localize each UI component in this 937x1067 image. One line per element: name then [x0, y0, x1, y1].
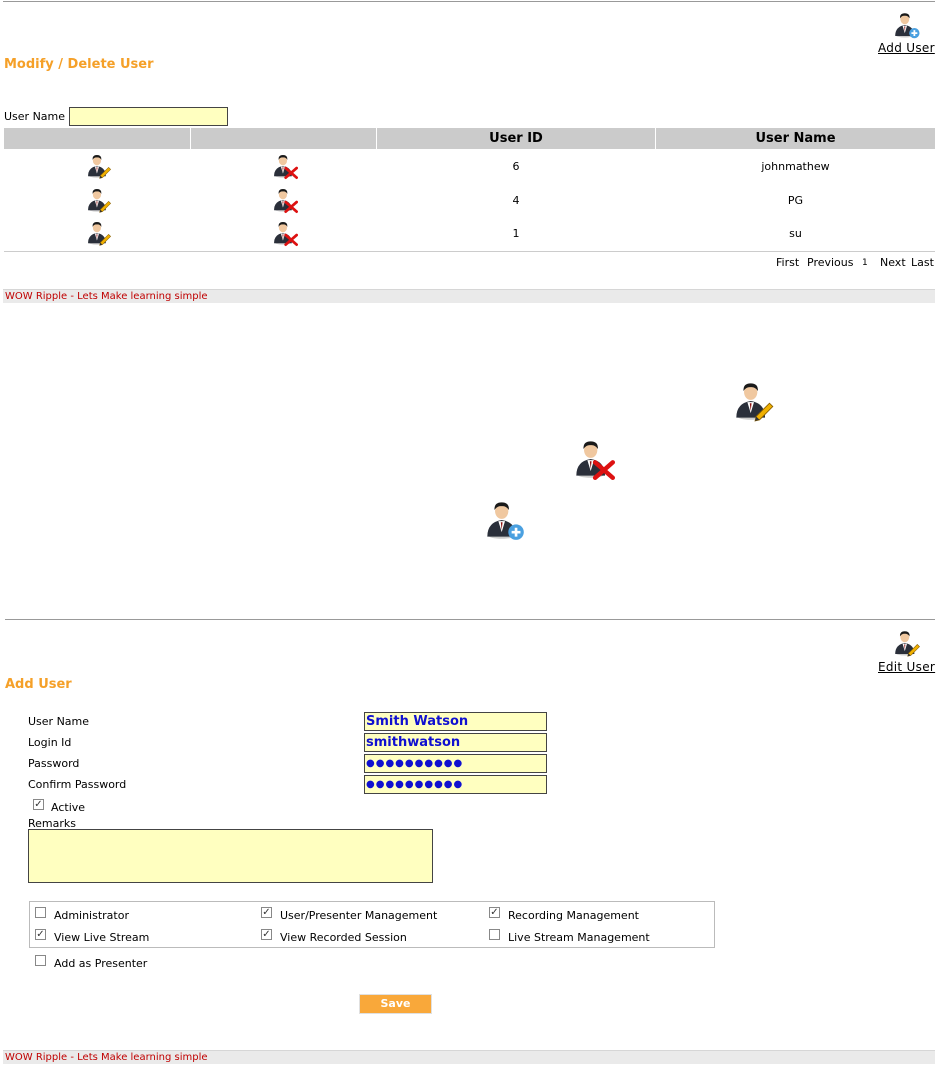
- table-cell-user-name: su: [789, 227, 802, 240]
- username-label: User Name: [28, 715, 90, 728]
- grid-header-edit: [4, 128, 190, 149]
- add-user-link[interactable]: Add User: [878, 41, 935, 55]
- user-delete-icon[interactable]: [272, 218, 298, 248]
- login-id-field[interactable]: smithwatson: [364, 733, 547, 752]
- large-user-edit-icon: [736, 383, 774, 422]
- save-button[interactable]: Save: [359, 994, 432, 1014]
- grid-header-user-name: User Name: [656, 128, 935, 149]
- add-as-presenter-checkbox[interactable]: [35, 955, 46, 966]
- user-add-icon[interactable]: [893, 9, 921, 41]
- pager-next[interactable]: Next: [880, 256, 906, 269]
- live-stream-management-checkbox[interactable]: [489, 929, 500, 940]
- pager-previous[interactable]: Previous: [807, 256, 854, 269]
- view-live-stream-checkbox[interactable]: ✓: [35, 929, 46, 940]
- user-presenter-management-checkbox[interactable]: ✓: [261, 907, 272, 918]
- view-recorded-session-label: View Recorded Session: [280, 931, 407, 944]
- username-field[interactable]: Smith Watson: [364, 712, 547, 731]
- user-edit-icon[interactable]: [893, 627, 921, 659]
- administrator-label: Administrator: [54, 909, 129, 922]
- user-presenter-management-label: User/Presenter Management: [280, 909, 438, 922]
- view-live-stream-label: View Live Stream: [54, 931, 150, 944]
- pager-first[interactable]: First: [776, 256, 799, 269]
- confirm-password-label: Confirm Password: [28, 778, 127, 791]
- top-divider: [3, 1, 935, 2]
- password-field[interactable]: ●●●●●●●●●●: [364, 754, 547, 773]
- table-cell-user-id: 1: [512, 227, 520, 240]
- remarks-textarea[interactable]: [28, 829, 433, 883]
- active-label: Active: [51, 801, 86, 814]
- grid-header-delete: [191, 128, 376, 149]
- password-label: Password: [28, 757, 80, 770]
- recording-management-label: Recording Management: [508, 909, 639, 922]
- page-title: Modify / Delete User: [4, 57, 154, 72]
- table-cell-user-name: johnmathew: [761, 160, 830, 173]
- login-id-label: Login Id: [28, 736, 72, 749]
- user-delete-icon[interactable]: [272, 151, 298, 181]
- pager-current-page: 1: [862, 258, 868, 268]
- user-edit-icon[interactable]: [86, 185, 112, 215]
- large-user-delete-icon: [576, 441, 615, 485]
- live-stream-management-label: Live Stream Management: [508, 931, 650, 944]
- grid-bottom-border: [4, 251, 935, 252]
- user-edit-icon[interactable]: [86, 218, 112, 248]
- user-delete-icon[interactable]: [272, 185, 298, 215]
- footer-bottom: WOW Ripple - Lets Make learning simple: [3, 1050, 935, 1064]
- edit-user-link[interactable]: Edit User: [878, 660, 935, 674]
- username-filter-label: User Name: [4, 110, 66, 123]
- administrator-checkbox[interactable]: [35, 907, 46, 918]
- username-filter-input[interactable]: [69, 107, 228, 126]
- confirm-password-field[interactable]: ●●●●●●●●●●: [364, 775, 547, 794]
- large-user-add-icon: [487, 502, 526, 542]
- pager-last[interactable]: Last: [911, 256, 934, 269]
- user-edit-icon[interactable]: [86, 151, 112, 181]
- grid-header-user-id: User ID: [377, 128, 655, 149]
- add-as-presenter-label: Add as Presenter: [54, 957, 148, 970]
- active-checkbox[interactable]: ✓: [33, 799, 44, 810]
- recording-management-checkbox[interactable]: ✓: [489, 907, 500, 918]
- table-cell-user-id: 6: [512, 160, 520, 173]
- add-section-divider: [5, 619, 935, 620]
- footer-top: WOW Ripple - Lets Make learning simple: [3, 289, 935, 303]
- table-cell-user-name: PG: [787, 194, 804, 207]
- add-user-title: Add User: [5, 677, 72, 692]
- view-recorded-session-checkbox[interactable]: ✓: [261, 929, 272, 940]
- table-cell-user-id: 4: [512, 194, 520, 207]
